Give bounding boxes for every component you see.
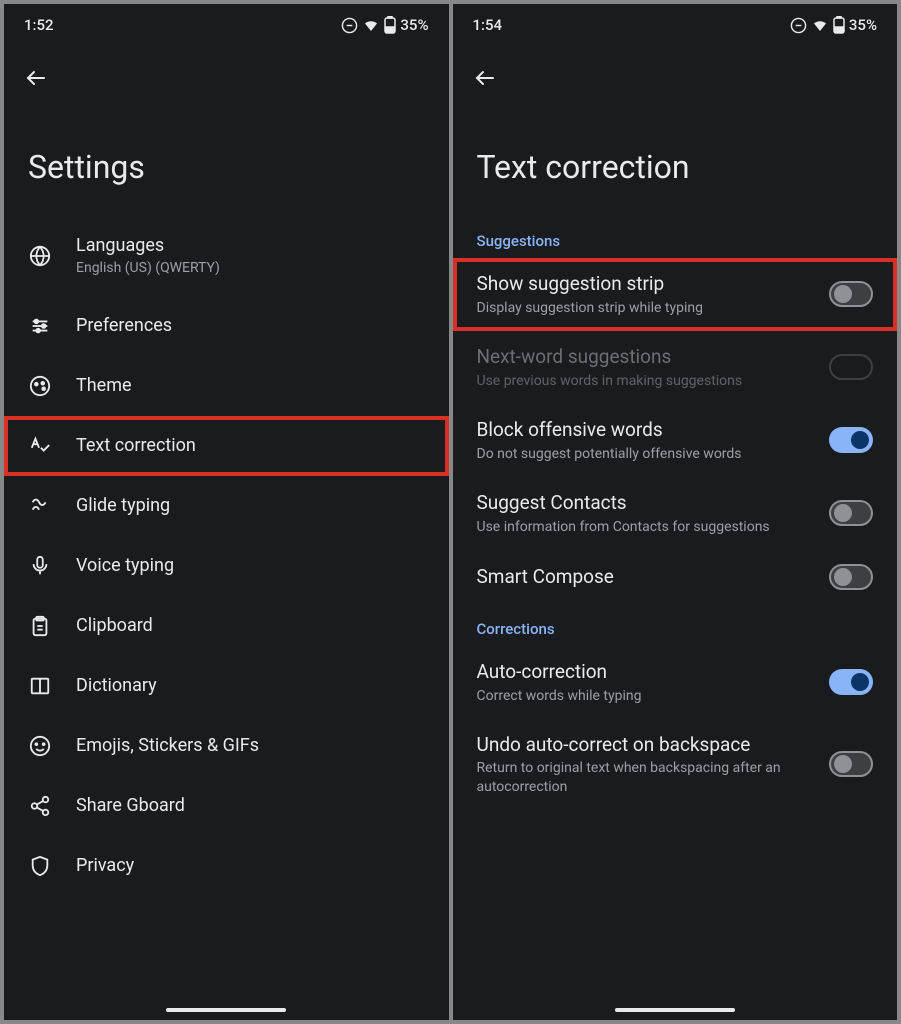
- mic-icon: [28, 554, 52, 578]
- menu-item-share[interactable]: Share Gboard: [4, 776, 449, 836]
- menu-label: Languages: [76, 234, 425, 257]
- setting-sub: Use previous words in making suggestions: [477, 372, 814, 390]
- menu-label: Emojis, Stickers & GIFs: [76, 734, 425, 757]
- setting-sub: Return to original text when backspacing…: [477, 759, 814, 795]
- toggle[interactable]: [829, 281, 873, 307]
- battery-icon: [833, 16, 845, 34]
- toggle[interactable]: [829, 751, 873, 777]
- dnd-icon: [790, 17, 807, 34]
- status-time: 1:54: [473, 16, 503, 34]
- setting-title: Show suggestion strip: [477, 272, 814, 296]
- emoji-icon: [28, 734, 52, 758]
- setting-title: Block offensive words: [477, 418, 814, 442]
- menu-label: Glide typing: [76, 494, 425, 517]
- status-icons: 35%: [341, 16, 428, 34]
- setting-show-suggestion-strip[interactable]: Show suggestion strip Display suggestion…: [453, 258, 898, 331]
- status-bar: 1:52 35%: [4, 4, 449, 42]
- toggle[interactable]: [829, 500, 873, 526]
- menu-label: Dictionary: [76, 674, 425, 697]
- setting-title: Smart Compose: [477, 565, 814, 589]
- wifi-icon: [362, 16, 380, 34]
- nav-bar[interactable]: [166, 1008, 286, 1012]
- menu-label: Share Gboard: [76, 794, 425, 817]
- gesture-icon: [28, 494, 52, 518]
- setting-sub: Correct words while typing: [477, 687, 814, 705]
- setting-sub: Display suggestion strip while typing: [477, 299, 814, 317]
- sliders-icon: [28, 314, 52, 338]
- setting-auto-correction[interactable]: Auto-correction Correct words while typi…: [453, 646, 898, 719]
- section-header-corrections: Corrections: [453, 604, 898, 646]
- setting-undo-autocorrect[interactable]: Undo auto-correct on backspace Return to…: [453, 719, 898, 810]
- spellcheck-icon: [28, 434, 52, 458]
- setting-title: Undo auto-correct on backspace: [477, 733, 814, 757]
- phone-right: 1:54 35% Text correction Suggestions Sho…: [453, 4, 898, 1020]
- setting-smart-compose[interactable]: Smart Compose: [453, 550, 898, 604]
- setting-title: Auto-correction: [477, 660, 814, 684]
- share-icon: [28, 794, 52, 818]
- battery-icon: [384, 16, 396, 34]
- book-icon: [28, 674, 52, 698]
- menu-sublabel: English (US) (QWERTY): [76, 259, 425, 277]
- toggle[interactable]: [829, 564, 873, 590]
- page-title: Text correction: [453, 98, 898, 216]
- menu-label: Text correction: [76, 434, 425, 457]
- phone-left: 1:52 35% Settings Languages English (US)…: [4, 4, 449, 1020]
- menu-item-clipboard[interactable]: Clipboard: [4, 596, 449, 656]
- status-icons: 35%: [790, 16, 877, 34]
- palette-icon: [28, 374, 52, 398]
- shield-icon: [28, 854, 52, 878]
- battery-percent: 35%: [849, 16, 877, 34]
- menu-item-voice-typing[interactable]: Voice typing: [4, 536, 449, 596]
- toggle: [829, 354, 873, 380]
- menu-item-emojis[interactable]: Emojis, Stickers & GIFs: [4, 716, 449, 776]
- menu-label: Clipboard: [76, 614, 425, 637]
- menu-label: Preferences: [76, 314, 425, 337]
- section-header-suggestions: Suggestions: [453, 216, 898, 258]
- status-bar: 1:54 35%: [453, 4, 898, 42]
- menu-item-privacy[interactable]: Privacy: [4, 836, 449, 896]
- page-title: Settings: [4, 98, 449, 216]
- battery-percent: 35%: [400, 16, 428, 34]
- menu-label: Voice typing: [76, 554, 425, 577]
- back-button[interactable]: [16, 58, 56, 98]
- setting-title: Suggest Contacts: [477, 491, 814, 515]
- setting-block-offensive-words[interactable]: Block offensive words Do not suggest pot…: [453, 404, 898, 477]
- status-time: 1:52: [24, 16, 54, 34]
- toggle[interactable]: [829, 669, 873, 695]
- clipboard-icon: [28, 614, 52, 638]
- nav-bar[interactable]: [615, 1008, 735, 1012]
- wifi-icon: [811, 16, 829, 34]
- menu-label: Privacy: [76, 854, 425, 877]
- menu-item-theme[interactable]: Theme: [4, 356, 449, 416]
- back-button[interactable]: [465, 58, 505, 98]
- globe-icon: [28, 244, 52, 268]
- menu-item-preferences[interactable]: Preferences: [4, 296, 449, 356]
- menu-item-text-correction[interactable]: Text correction: [4, 416, 449, 476]
- menu-label: Theme: [76, 374, 425, 397]
- toggle[interactable]: [829, 427, 873, 453]
- menu-item-languages[interactable]: Languages English (US) (QWERTY): [4, 216, 449, 296]
- setting-title: Next-word suggestions: [477, 345, 814, 369]
- setting-sub: Use information from Contacts for sugges…: [477, 518, 814, 536]
- setting-next-word-suggestions: Next-word suggestions Use previous words…: [453, 331, 898, 404]
- dnd-icon: [341, 17, 358, 34]
- setting-sub: Do not suggest potentially offensive wor…: [477, 445, 814, 463]
- menu-item-glide-typing[interactable]: Glide typing: [4, 476, 449, 536]
- menu-item-dictionary[interactable]: Dictionary: [4, 656, 449, 716]
- setting-suggest-contacts[interactable]: Suggest Contacts Use information from Co…: [453, 477, 898, 550]
